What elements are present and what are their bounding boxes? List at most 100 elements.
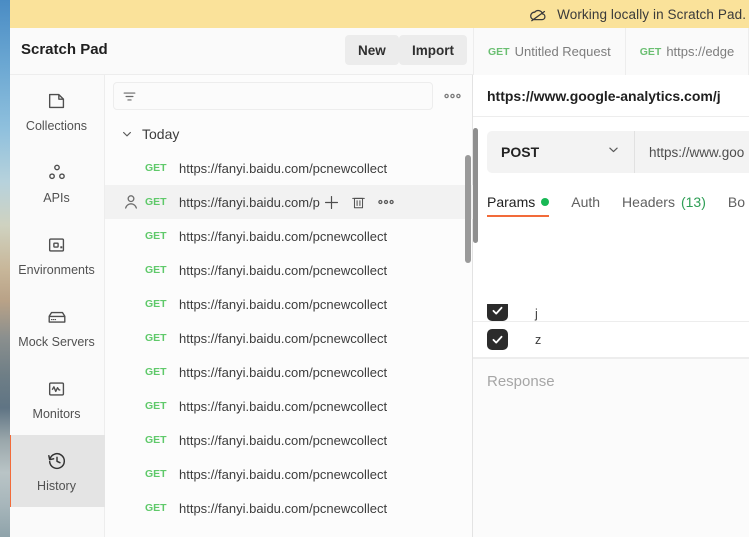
sidebar-item-label: Monitors bbox=[32, 406, 81, 421]
param-checkbox[interactable] bbox=[487, 329, 508, 350]
history-row-method: GET bbox=[145, 502, 167, 514]
tab-headers[interactable]: Headers (13) bbox=[622, 194, 706, 217]
sidebar-item-monitors[interactable]: Monitors bbox=[8, 363, 105, 435]
banner-text: Working locally in Scratch Pad. S bbox=[557, 6, 749, 22]
params-modified-dot bbox=[541, 198, 550, 206]
tab-auth[interactable]: Auth bbox=[571, 194, 600, 217]
history-row-url: https://fanyi.baidu.com/pcnewcollect bbox=[179, 228, 388, 244]
history-row[interactable]: GET https://fanyi.baidu.com/pcnewcollect bbox=[105, 491, 473, 525]
history-row-method: GET bbox=[145, 230, 167, 242]
response-panel: Response bbox=[473, 358, 749, 537]
history-group-label: Today bbox=[142, 126, 180, 142]
person-icon bbox=[121, 192, 141, 212]
chevron-down-icon bbox=[607, 143, 620, 161]
chevron-down-icon bbox=[121, 128, 133, 140]
history-row-url: https://fanyi.baidu.com/pcnewcollect bbox=[179, 398, 388, 414]
history-filter-input[interactable] bbox=[143, 89, 424, 103]
history-row-method: GET bbox=[145, 298, 167, 310]
request-tab-edge[interactable]: GET https://edge bbox=[626, 28, 749, 75]
request-pane: https://www.google-analytics.com/j POST … bbox=[473, 75, 749, 537]
import-button[interactable]: Import bbox=[399, 35, 467, 65]
history-row-method: GET bbox=[145, 400, 167, 412]
tab-body-label: Bo bbox=[727, 194, 745, 210]
history-more-button[interactable] bbox=[439, 83, 465, 109]
history-row-method: GET bbox=[145, 468, 167, 480]
more-horizontal-icon[interactable] bbox=[376, 192, 396, 212]
param-checkbox[interactable] bbox=[487, 304, 508, 321]
history-row[interactable]: GET https://fanyi.baidu.com/pcnewcollect bbox=[105, 287, 473, 321]
param-key: j bbox=[535, 307, 538, 321]
history-row-url: https://fanyi.baidu.com/pcnewcollect bbox=[179, 432, 388, 448]
request-tab-method: GET bbox=[639, 45, 662, 58]
history-row-url: https://fanyi.baidu.com/pcnewcollect bbox=[179, 500, 388, 516]
history-list[interactable]: Today GET https://fanyi.baidu.com/pcnewc… bbox=[105, 117, 473, 537]
monitors-icon bbox=[46, 378, 68, 400]
history-row-url: https://fanyi.baidu.com/pcnewcollect bbox=[179, 160, 388, 176]
history-scrollbar[interactable] bbox=[465, 117, 471, 537]
app-screenshot: Working locally in Scratch Pad. S Scratc… bbox=[0, 0, 749, 537]
trash-icon[interactable] bbox=[349, 192, 369, 212]
history-row[interactable]: GET https://fanyi.baidu.com/pcnewcollect bbox=[105, 355, 473, 389]
history-row-method: GET bbox=[145, 196, 167, 208]
tab-auth-label: Auth bbox=[571, 194, 601, 210]
sidebar-item-label: Collections bbox=[25, 118, 88, 133]
history-row-url: https://fanyi.baidu.com/pcnewcollect bbox=[179, 466, 388, 482]
request-url-input[interactable]: https://www.goo bbox=[635, 131, 749, 173]
request-pane-scrollbar-thumb[interactable] bbox=[473, 128, 478, 243]
request-sub-tabs: Params Auth Headers (13) Bo bbox=[473, 189, 749, 217]
add-icon[interactable] bbox=[322, 192, 342, 212]
history-row-url: https://fanyi.baidu.com/pcnewcollect bbox=[179, 296, 388, 312]
history-row-url: https://fanyi.baidu.com/pcnewcollect bbox=[179, 364, 388, 380]
new-button[interactable]: New bbox=[345, 35, 399, 65]
request-title-url: https://www.google-analytics.com/j bbox=[487, 87, 721, 104]
request-url-bar: POST https://www.goo bbox=[487, 131, 749, 173]
request-tab-label: https://edge bbox=[666, 44, 735, 59]
cloud-off-icon bbox=[529, 5, 548, 24]
params-row-clipped[interactable]: j bbox=[473, 304, 749, 322]
sidebar-item-apis[interactable]: APIs bbox=[8, 147, 105, 219]
history-row-hovered[interactable]: GET https://fanyi.baidu.com/p bbox=[105, 185, 473, 219]
mock-servers-icon bbox=[46, 306, 68, 328]
history-row-actions bbox=[322, 192, 396, 212]
history-row[interactable]: GET https://fanyi.baidu.com/pcnewcollect bbox=[105, 219, 473, 253]
history-row[interactable]: GET https://fanyi.baidu.com/pcnewcollect bbox=[105, 423, 473, 457]
sidebar-item-collections[interactable]: Collections bbox=[8, 75, 105, 147]
left-sidebar-rail: Collections APIs Environments Mock Serve… bbox=[8, 75, 105, 537]
history-row-url: https://fanyi.baidu.com/pcnewcollect bbox=[179, 262, 388, 278]
history-filter-input-wrap[interactable] bbox=[113, 82, 433, 110]
params-row[interactable]: z bbox=[473, 322, 749, 358]
request-tab-untitled[interactable]: GET Untitled Request bbox=[474, 28, 626, 75]
funnel-icon bbox=[122, 89, 137, 104]
request-tab-method: GET bbox=[488, 45, 510, 58]
method-select-value: POST bbox=[501, 144, 540, 160]
param-key: z bbox=[535, 332, 542, 347]
history-row-method: GET bbox=[145, 264, 167, 276]
tab-body[interactable]: Bo bbox=[728, 194, 745, 217]
history-row[interactable]: GET https://fanyi.baidu.com/pcnewcollect bbox=[105, 321, 473, 355]
scratch-pad-banner: Working locally in Scratch Pad. S bbox=[0, 0, 749, 28]
sidebar-item-label: History bbox=[37, 478, 76, 493]
sidebar-item-history[interactable]: History bbox=[8, 435, 105, 507]
request-tab-label: Untitled Request bbox=[514, 44, 611, 59]
sidebar-item-label: APIs bbox=[43, 190, 70, 205]
history-row-url: https://fanyi.baidu.com/pcnewcollect bbox=[179, 330, 388, 346]
request-tab-strip: GET Untitled Request GET https://edge bbox=[473, 28, 749, 75]
history-row[interactable]: GET https://fanyi.baidu.com/pcnewcollect bbox=[105, 151, 473, 185]
sidebar-item-mock-servers[interactable]: Mock Servers bbox=[8, 291, 105, 363]
history-row[interactable]: GET https://fanyi.baidu.com/pcnewcollect bbox=[105, 457, 473, 491]
environments-icon bbox=[46, 234, 68, 256]
history-row[interactable]: GET https://fanyi.baidu.com/pcnewcollect bbox=[105, 253, 473, 287]
history-row-method: GET bbox=[145, 162, 167, 174]
sidebar-item-environments[interactable]: Environments bbox=[8, 219, 105, 291]
method-select[interactable]: POST bbox=[487, 131, 635, 173]
sidebar-item-label: Mock Servers bbox=[18, 334, 95, 349]
tab-params[interactable]: Params bbox=[487, 194, 550, 217]
collections-icon bbox=[46, 90, 68, 112]
history-group-today[interactable]: Today bbox=[105, 117, 473, 151]
request-title-bar: https://www.google-analytics.com/j bbox=[473, 75, 749, 117]
history-scrollbar-thumb[interactable] bbox=[465, 155, 471, 263]
tab-headers-count: (13) bbox=[680, 194, 706, 210]
history-row[interactable]: GET https://fanyi.baidu.com/pcnewcollect bbox=[105, 389, 473, 423]
apis-icon bbox=[46, 162, 68, 184]
history-row-method: GET bbox=[145, 332, 167, 344]
